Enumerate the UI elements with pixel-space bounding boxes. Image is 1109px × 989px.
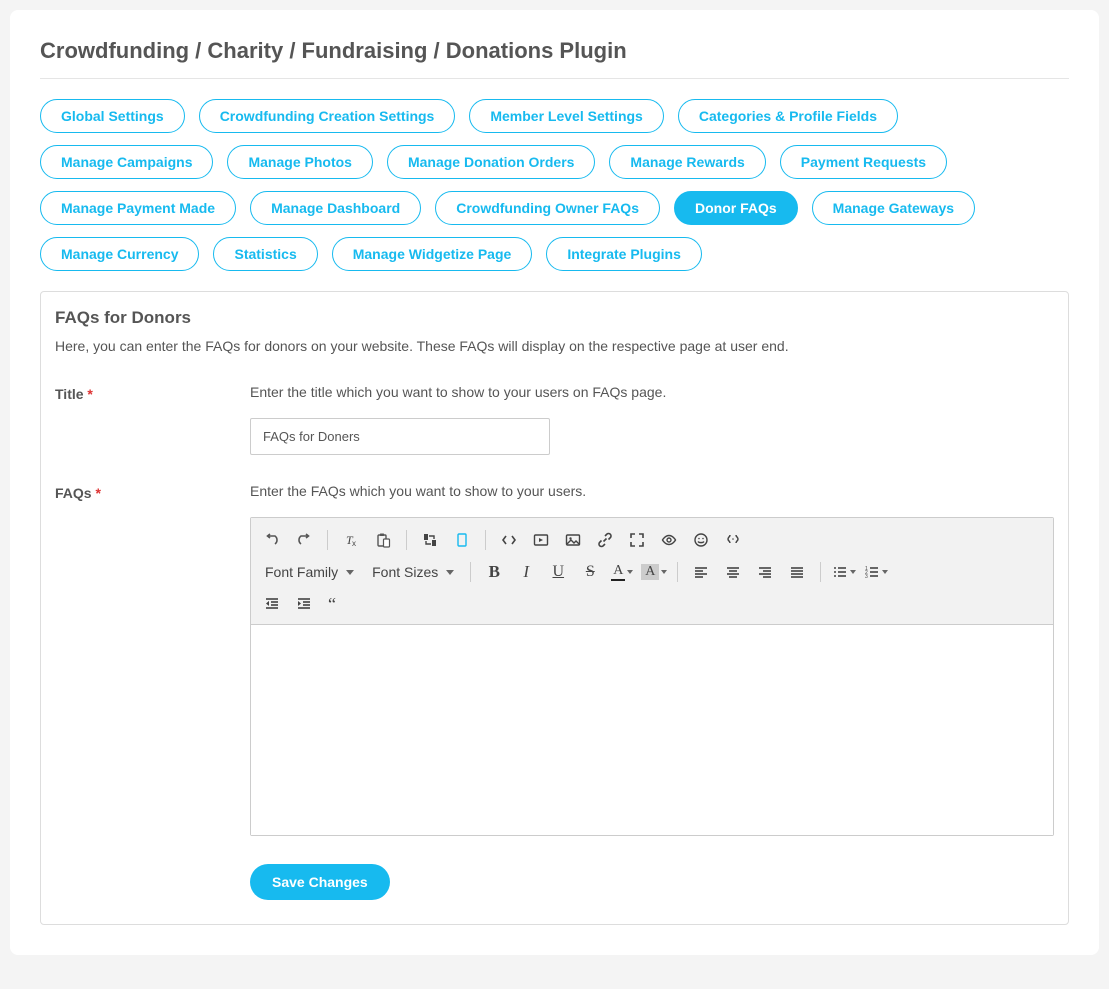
faqs-label: FAQs * — [55, 483, 250, 501]
outdent-icon[interactable] — [257, 590, 287, 618]
font-family-dropdown[interactable]: Font Family — [257, 560, 362, 584]
toolbar-separator — [485, 530, 486, 550]
tab-statistics[interactable]: Statistics — [213, 237, 317, 271]
title-hint: Enter the title which you want to show t… — [250, 384, 1054, 400]
clear-format-icon[interactable]: Tx — [336, 526, 366, 554]
tab-manage-dashboard[interactable]: Manage Dashboard — [250, 191, 421, 225]
required-asterisk: * — [87, 386, 92, 402]
source-code-icon[interactable] — [494, 526, 524, 554]
insert-image-icon[interactable] — [558, 526, 588, 554]
editor-body[interactable] — [251, 625, 1053, 835]
faqs-field-col: Enter the FAQs which you want to show to… — [250, 483, 1054, 836]
tab-manage-currency[interactable]: Manage Currency — [40, 237, 199, 271]
font-family-label: Font Family — [265, 564, 338, 580]
new-document-icon[interactable] — [447, 526, 477, 554]
tab-row: Global Settings Crowdfunding Creation Set… — [40, 99, 1069, 271]
bullet-list-icon[interactable] — [829, 558, 859, 586]
tab-member-level-settings[interactable]: Member Level Settings — [469, 99, 664, 133]
form-row-submit: Save Changes — [55, 864, 1054, 900]
form-row-faqs: FAQs * Enter the FAQs which you want to … — [55, 483, 1054, 836]
tab-manage-photos[interactable]: Manage Photos — [227, 145, 372, 179]
text-color-icon[interactable]: A — [607, 558, 637, 586]
font-sizes-dropdown[interactable]: Font Sizes — [364, 560, 462, 584]
form-description: Here, you can enter the FAQs for donors … — [55, 338, 1054, 354]
toolbar-separator — [820, 562, 821, 582]
strikethrough-icon[interactable]: S — [575, 558, 605, 586]
undo-icon[interactable] — [257, 526, 287, 554]
title-field-col: Enter the title which you want to show t… — [250, 384, 1054, 455]
rich-text-editor: Tx — [250, 517, 1054, 836]
align-right-icon[interactable] — [750, 558, 780, 586]
align-center-icon[interactable] — [718, 558, 748, 586]
tab-categories-profile-fields[interactable]: Categories & Profile Fields — [678, 99, 898, 133]
numbered-list-icon[interactable]: 123 — [861, 558, 891, 586]
template-icon[interactable] — [718, 526, 748, 554]
bold-icon[interactable]: B — [479, 558, 509, 586]
emoji-icon[interactable] — [686, 526, 716, 554]
redo-icon[interactable] — [289, 526, 319, 554]
tab-manage-widgetize-page[interactable]: Manage Widgetize Page — [332, 237, 533, 271]
tab-donor-faqs[interactable]: Donor FAQs — [674, 191, 798, 225]
paste-icon[interactable] — [368, 526, 398, 554]
tab-crowdfunding-owner-faqs[interactable]: Crowdfunding Owner FAQs — [435, 191, 660, 225]
svg-text:3: 3 — [865, 574, 868, 580]
admin-card: Crowdfunding / Charity / Fundraising / D… — [10, 10, 1099, 955]
tab-manage-gateways[interactable]: Manage Gateways — [812, 191, 975, 225]
toolbar-row-1: Tx — [257, 524, 1047, 556]
title-label-text: Title — [55, 386, 84, 402]
faqs-label-text: FAQs — [55, 485, 92, 501]
tab-manage-payment-made[interactable]: Manage Payment Made — [40, 191, 236, 225]
form-heading: FAQs for Donors — [55, 308, 1054, 328]
link-icon[interactable] — [590, 526, 620, 554]
svg-text:“: “ — [328, 596, 336, 612]
toolbar-row-2: Font Family Font Sizes B I U S A A — [257, 556, 1047, 588]
toolbar-separator — [677, 562, 678, 582]
form-row-title: Title * Enter the title which you want t… — [55, 384, 1054, 455]
tab-payment-requests[interactable]: Payment Requests — [780, 145, 947, 179]
svg-text:x: x — [352, 539, 356, 548]
fullscreen-icon[interactable] — [622, 526, 652, 554]
toolbar-separator — [406, 530, 407, 550]
tab-integrate-plugins[interactable]: Integrate Plugins — [546, 237, 702, 271]
tab-manage-donation-orders[interactable]: Manage Donation Orders — [387, 145, 595, 179]
find-replace-icon[interactable] — [415, 526, 445, 554]
page-title: Crowdfunding / Charity / Fundraising / D… — [40, 38, 1069, 64]
indent-icon[interactable] — [289, 590, 319, 618]
tab-global-settings[interactable]: Global Settings — [40, 99, 185, 133]
editor-toolbar: Tx — [251, 518, 1053, 625]
toolbar-separator — [327, 530, 328, 550]
italic-icon[interactable]: I — [511, 558, 541, 586]
align-justify-icon[interactable] — [782, 558, 812, 586]
save-button[interactable]: Save Changes — [250, 864, 390, 900]
tab-crowdfunding-creation-settings[interactable]: Crowdfunding Creation Settings — [199, 99, 456, 133]
form-panel: FAQs for Donors Here, you can enter the … — [40, 291, 1069, 925]
required-asterisk: * — [95, 485, 100, 501]
tab-manage-rewards[interactable]: Manage Rewards — [609, 145, 765, 179]
toolbar-separator — [470, 562, 471, 582]
title-input[interactable] — [250, 418, 550, 455]
blockquote-icon[interactable]: “ — [321, 590, 351, 618]
insert-media-icon[interactable] — [526, 526, 556, 554]
background-color-icon[interactable]: A — [639, 558, 669, 586]
toolbar-row-3: “ — [257, 588, 1047, 620]
align-left-icon[interactable] — [686, 558, 716, 586]
preview-icon[interactable] — [654, 526, 684, 554]
faqs-hint: Enter the FAQs which you want to show to… — [250, 483, 1054, 499]
underline-icon[interactable]: U — [543, 558, 573, 586]
font-sizes-label: Font Sizes — [372, 564, 438, 580]
title-label: Title * — [55, 384, 250, 402]
tab-manage-campaigns[interactable]: Manage Campaigns — [40, 145, 213, 179]
title-separator — [40, 78, 1069, 79]
